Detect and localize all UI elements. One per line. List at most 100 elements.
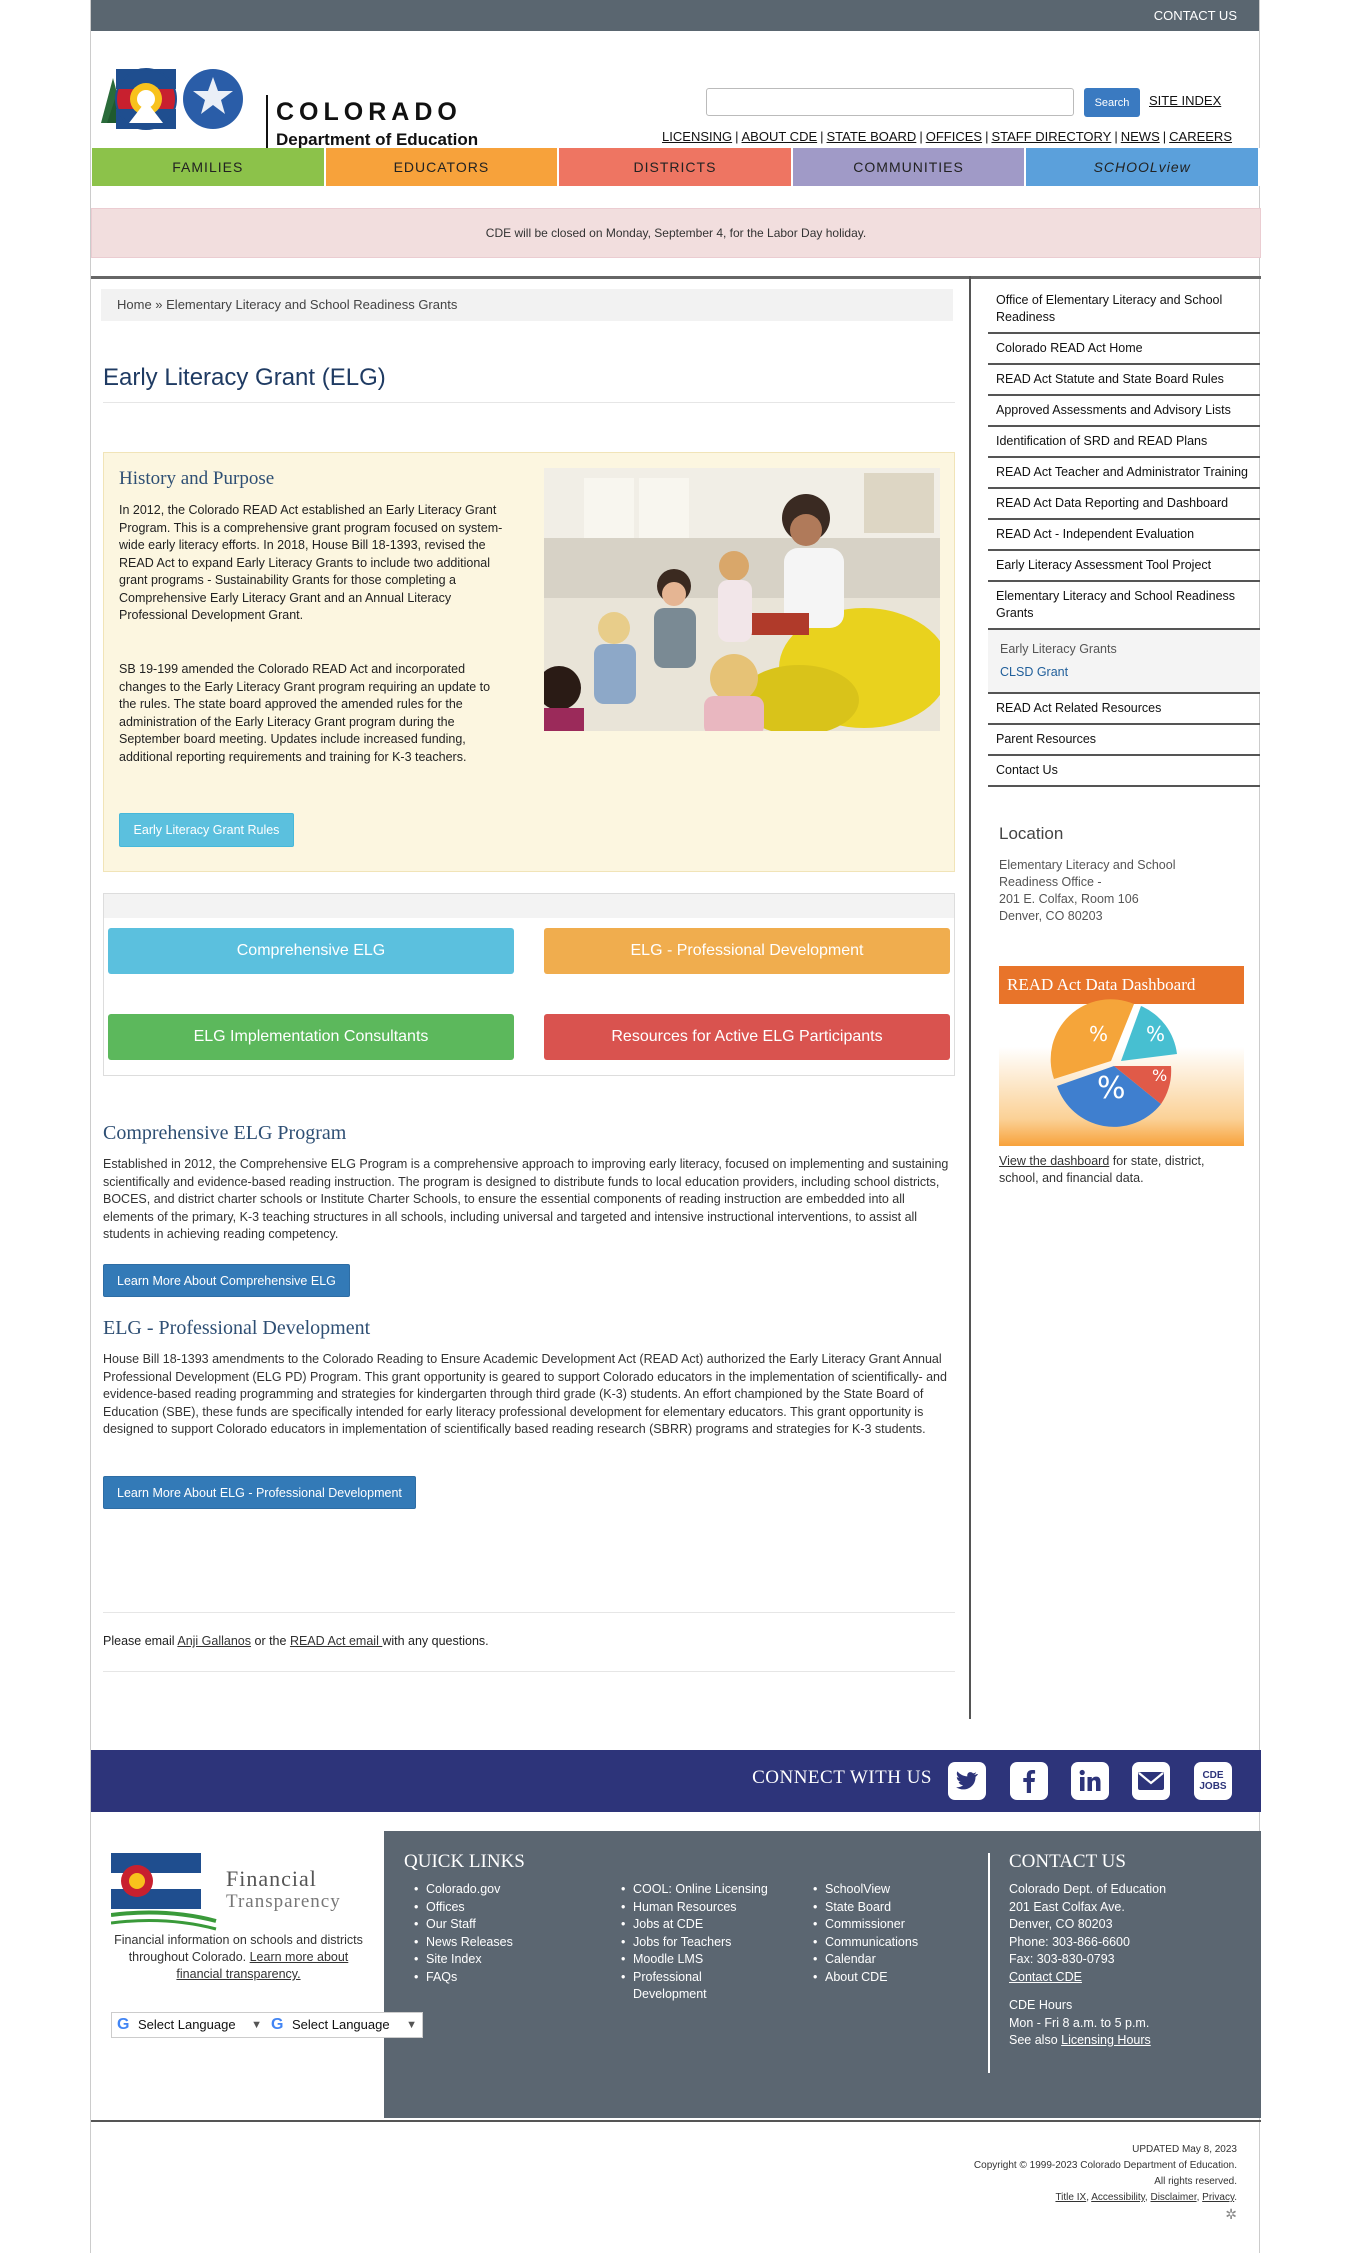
legal-info: UPDATED May 8, 2023 Copyright © 1999-202… xyxy=(974,2142,1237,2222)
quick-link[interactable]: Professional Development xyxy=(621,1969,731,2004)
quick-link[interactable]: Human Resources xyxy=(621,1899,771,1917)
email-icon[interactable] xyxy=(1132,1762,1170,1800)
sidebar-sub-early-literacy-grants[interactable]: Early Literacy Grants xyxy=(1000,638,1248,661)
utility-link-news[interactable]: NEWS xyxy=(1121,129,1160,144)
learn-more-profdev-button[interactable]: Learn More About ELG - Professional Deve… xyxy=(103,1476,416,1509)
pie-label-teal: % xyxy=(1146,1022,1165,1046)
elg-rules-button[interactable]: Early Literacy Grant Rules xyxy=(119,813,294,847)
language-select-2[interactable]: G Select Language ▼ xyxy=(266,2012,423,2038)
sidebar-item-read-act-home[interactable]: Colorado READ Act Home xyxy=(988,334,1260,365)
nav-educators[interactable]: EDUCATORS xyxy=(325,148,560,186)
hours-title: CDE Hours xyxy=(1009,1998,1073,2012)
quick-links-col-2: COOL: Online Licensing Human Resources J… xyxy=(621,1881,771,2004)
financial-subtitle: Transparency xyxy=(226,1891,341,1912)
contact-divider-bottom xyxy=(103,1671,955,1672)
quick-link[interactable]: News Releases xyxy=(414,1934,513,1952)
quick-link[interactable]: Offices xyxy=(414,1899,513,1917)
sidebar-subnav: Early Literacy Grants CLSD Grant xyxy=(988,630,1260,694)
elg-consultants-button[interactable]: ELG Implementation Consultants xyxy=(108,1014,514,1060)
search-input[interactable] xyxy=(706,88,1074,116)
quick-link[interactable]: Communications xyxy=(813,1934,918,1952)
see-also-label: See also xyxy=(1009,2033,1062,2047)
quick-link[interactable]: COOL: Online Licensing xyxy=(621,1881,771,1899)
search-button[interactable]: Search xyxy=(1084,88,1140,117)
header: COLORADO Department of Education Search … xyxy=(91,31,1259,157)
sidebar-item-assessment-tool[interactable]: Early Literacy Assessment Tool Project xyxy=(988,551,1260,582)
quick-link[interactable]: Our Staff xyxy=(414,1916,513,1934)
sidebar: Office of Elementary Literacy and School… xyxy=(988,286,1260,787)
contact-us-link[interactable]: CONTACT US xyxy=(1154,8,1237,23)
quick-link[interactable]: Site Index xyxy=(414,1951,513,1969)
contact-phone: Phone: 303-866-6600 xyxy=(1009,1934,1130,1949)
nav-communities[interactable]: COMMUNITIES xyxy=(792,148,1027,186)
cde-jobs-icon[interactable]: CDE JOBS xyxy=(1194,1762,1232,1800)
quick-link[interactable]: Jobs at CDE xyxy=(621,1916,771,1934)
elg-prof-dev-button[interactable]: ELG - Professional Development xyxy=(544,928,950,974)
breadcrumb[interactable]: Home » Elementary Literacy and School Re… xyxy=(101,289,953,321)
comprehensive-elg-button[interactable]: Comprehensive ELG xyxy=(108,928,514,974)
read-dashboard-banner[interactable]: READ Act Data Dashboard % % % % xyxy=(999,966,1244,1146)
utility-link-licensing[interactable]: LICENSING xyxy=(662,129,732,144)
copyright: Copyright © 1999-2023 Colorado Departmen… xyxy=(973,2160,1237,2171)
utility-link-offices[interactable]: OFFICES xyxy=(926,129,982,144)
sidebar-item-contact[interactable]: Contact Us xyxy=(988,756,1260,787)
location-address: Elementary Literacy and School Readiness… xyxy=(999,857,1219,925)
disclaimer-link[interactable]: Disclaimer xyxy=(1150,2192,1196,2203)
sidebar-item-evaluation[interactable]: READ Act - Independent Evaluation xyxy=(988,520,1260,551)
twitter-icon[interactable] xyxy=(948,1762,986,1800)
quick-link[interactable]: State Board xyxy=(813,1899,918,1917)
quick-link[interactable]: FAQs xyxy=(414,1969,513,1987)
utility-link-staff-directory[interactable]: STAFF DIRECTORY xyxy=(991,129,1111,144)
elg-resources-button[interactable]: Resources for Active ELG Participants xyxy=(544,1014,950,1060)
sidebar-item-grants[interactable]: Elementary Literacy and School Readiness… xyxy=(988,582,1260,630)
page: CONTACT US COLORADO Department of Educat… xyxy=(90,0,1261,2253)
privacy-link[interactable]: Privacy xyxy=(1202,2192,1234,2203)
quick-link[interactable]: Jobs for Teachers xyxy=(621,1934,771,1952)
linkedin-icon[interactable] xyxy=(1071,1762,1109,1800)
read-act-email-link[interactable]: READ Act email xyxy=(290,1634,382,1648)
quick-link[interactable]: Colorado.gov xyxy=(414,1881,513,1899)
sidebar-item-data-reporting[interactable]: READ Act Data Reporting and Dashboard xyxy=(988,489,1260,520)
sidebar-item-office[interactable]: Office of Elementary Literacy and School… xyxy=(988,286,1260,334)
cde-jobs-top: CDE xyxy=(1202,1770,1224,1781)
sidebar-sub-clsd-grant[interactable]: CLSD Grant xyxy=(1000,661,1248,684)
learn-more-comprehensive-button[interactable]: Learn More About Comprehensive ELG xyxy=(103,1264,350,1297)
nav-schoolview[interactable]: SCHOOLview xyxy=(1026,148,1260,186)
quick-link[interactable]: SchoolView xyxy=(813,1881,918,1899)
language-select-1[interactable]: G Select Language ▼ xyxy=(111,2012,268,2038)
cde-logo[interactable]: COLORADO Department of Education xyxy=(101,63,481,157)
history-panel: History and Purpose In 2012, the Colorad… xyxy=(103,452,955,872)
sidebar-item-srd-plans[interactable]: Identification of SRD and READ Plans xyxy=(988,427,1260,458)
dashboard-description: View the dashboard for state, district, … xyxy=(999,1153,1239,1187)
chevron-down-icon: ▼ xyxy=(406,2019,417,2031)
quick-link[interactable]: Calendar xyxy=(813,1951,918,1969)
nav-families[interactable]: FAMILIES xyxy=(92,148,326,186)
title-ix-link[interactable]: Title IX xyxy=(1055,2192,1086,2203)
utility-link-about[interactable]: ABOUT CDE xyxy=(742,129,818,144)
email-anji-link[interactable]: Anji Gallanos xyxy=(177,1634,251,1648)
facebook-icon[interactable] xyxy=(1010,1762,1048,1800)
view-dashboard-link[interactable]: View the dashboard xyxy=(999,1154,1109,1168)
sidebar-item-related-resources[interactable]: READ Act Related Resources xyxy=(988,694,1260,725)
sidebar-item-training[interactable]: READ Act Teacher and Administrator Train… xyxy=(988,458,1260,489)
utility-link-state-board[interactable]: STATE BOARD xyxy=(827,129,917,144)
quick-link[interactable]: Commissioner xyxy=(813,1916,918,1934)
quick-link[interactable]: About CDE xyxy=(813,1969,918,1987)
sidebar-item-statute-rules[interactable]: READ Act Statute and State Board Rules xyxy=(988,365,1260,396)
contact-cde-link[interactable]: Contact CDE xyxy=(1009,1970,1082,1984)
accessibility-link[interactable]: Accessibility xyxy=(1091,2192,1145,2203)
nav-districts[interactable]: DISTRICTS xyxy=(559,148,793,186)
site-index-link[interactable]: SITE INDEX xyxy=(1149,93,1221,108)
panel-header-strip xyxy=(104,894,954,918)
utility-link-careers[interactable]: CAREERS xyxy=(1169,129,1232,144)
sidebar-item-parent-resources[interactable]: Parent Resources xyxy=(988,725,1260,756)
language-select-2-label: Select Language xyxy=(292,2017,390,2032)
logo-subtitle: Department of Education xyxy=(276,130,479,149)
pie-label-orange: % xyxy=(1089,1022,1108,1046)
quick-link[interactable]: Moodle LMS xyxy=(621,1951,771,1969)
licensing-hours-link[interactable]: Licensing Hours xyxy=(1061,2033,1151,2047)
financial-transparency-logo-icon[interactable] xyxy=(111,1853,221,1933)
history-title: History and Purpose xyxy=(119,468,275,489)
top-bar: CONTACT US xyxy=(91,0,1259,31)
sidebar-item-assessments[interactable]: Approved Assessments and Advisory Lists xyxy=(988,396,1260,427)
